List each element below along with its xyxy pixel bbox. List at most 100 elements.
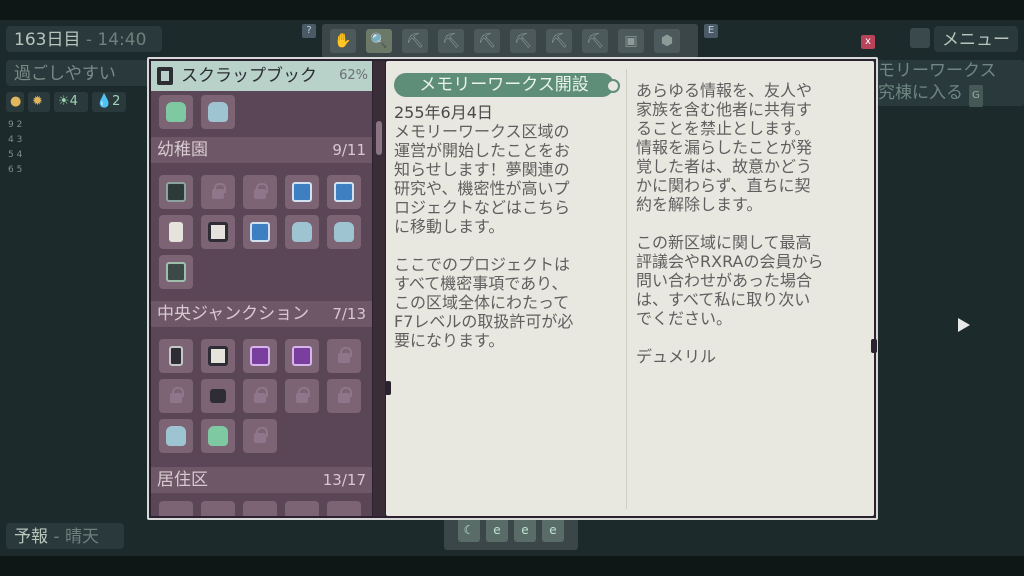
calculator-icon [166, 182, 186, 202]
mini-stat-row: 4 3 [8, 135, 23, 145]
magnifier-tool-icon[interactable]: 🔍 [366, 29, 392, 53]
section-count: 9/11 [332, 141, 366, 159]
scrap-item[interactable] [285, 339, 319, 373]
scrap-item[interactable] [243, 339, 277, 373]
item-slot-icon[interactable]: e [486, 518, 508, 542]
jar-icon [166, 102, 186, 122]
section-name: 幼稚園 [157, 140, 208, 160]
mini-stat-row: 5 4 [8, 150, 23, 160]
day-counter: 163日目 [14, 30, 81, 50]
scrap-item[interactable] [285, 175, 319, 209]
stat-light: ☀4 [54, 92, 88, 112]
letter-title: メモリーワークス開設 [394, 73, 620, 97]
pickaxe-tool-icon[interactable]: ⛏ [474, 29, 500, 53]
jar-icon [208, 426, 228, 446]
forecast-value: 晴天 [64, 527, 99, 547]
gadget-tool-icon[interactable]: ⬢ [654, 29, 680, 53]
scrap-item[interactable] [243, 501, 277, 516]
scrap-item[interactable] [159, 501, 193, 516]
page-tab [385, 381, 391, 395]
e-key-icon[interactable]: E [704, 24, 718, 38]
section-central-junction[interactable]: 中央ジャンクション 7/13 [151, 301, 372, 327]
letter-body-right: あらゆる情報を、友人や 家族を含む他者に共有す ることを禁止とします。 情報を漏… [636, 81, 824, 366]
pickaxe-tool-icon[interactable]: ⛏ [438, 29, 464, 53]
scrapbook-icon [157, 67, 173, 85]
mood-panel: 過ごしやすい [6, 60, 156, 86]
section-name: 中央ジャンクション [157, 304, 310, 324]
scrap-item[interactable] [285, 215, 319, 249]
pickaxe-tool-icon[interactable]: ⛏ [546, 29, 572, 53]
tool-bar: ✋ 🔍 ⛏ ⛏ ⛏ ⛏ ⛏ ⛏ ▣ ⬢ [322, 24, 698, 58]
scrap-item[interactable] [201, 419, 235, 453]
locked-slot [159, 379, 193, 413]
lock-icon [254, 427, 268, 443]
letter-date: 255年6月4日 [394, 103, 493, 122]
pickaxe-tool-icon[interactable]: ⛏ [582, 29, 608, 53]
scrap-item[interactable] [201, 339, 235, 373]
close-icon[interactable]: x [861, 35, 875, 49]
mini-stat-row: 9 2 [8, 120, 23, 130]
section-count: 7/13 [332, 305, 366, 323]
scrap-item[interactable] [285, 501, 319, 516]
scrapbook-header: スクラップブック 62% [151, 61, 372, 91]
poster-icon [250, 222, 270, 242]
jar-icon [208, 102, 228, 122]
device-tool-icon[interactable]: ▣ [618, 29, 644, 53]
bin-icon [166, 262, 186, 282]
scrap-item[interactable] [201, 215, 235, 249]
scrap-item[interactable] [159, 339, 193, 373]
locked-slot [327, 379, 361, 413]
jar-icon [292, 222, 312, 242]
scrollbar-thumb[interactable] [376, 121, 382, 155]
item-slot-icon[interactable]: e [514, 518, 536, 542]
jar-icon [334, 222, 354, 242]
lock-icon [338, 347, 352, 363]
card-icon [169, 346, 183, 366]
signpost-icon [210, 389, 226, 403]
pickaxe-tool-icon[interactable]: ⛏ [402, 29, 428, 53]
prompt-line-1: モリーワークス [878, 61, 997, 81]
scrap-item[interactable] [159, 255, 193, 289]
letter-page: メモリーワークス開設 255年6月4日 メモリーワークス区域の 運営が開始したこと… [386, 61, 874, 516]
scrap-item[interactable] [201, 379, 235, 413]
pickaxe-tool-icon[interactable]: ⛏ [510, 29, 536, 53]
page-tab [871, 339, 877, 353]
monitor-icon [208, 222, 228, 242]
scrap-item[interactable] [159, 215, 193, 249]
jar-icon [166, 426, 186, 446]
locked-slot [327, 339, 361, 373]
section-count: 13/17 [322, 471, 366, 489]
lock-icon [254, 387, 268, 403]
g-key-icon[interactable]: G [969, 85, 983, 107]
help-key-icon[interactable]: ? [302, 24, 316, 38]
scrap-item[interactable] [159, 95, 193, 129]
scrap-item[interactable] [201, 95, 235, 129]
menu-icon[interactable] [910, 28, 930, 48]
section-residential[interactable]: 居住区 13/17 [151, 467, 372, 493]
scrap-item[interactable] [327, 215, 361, 249]
bottom-letterbox [0, 556, 1024, 576]
clock-time: 14:40 [97, 30, 147, 50]
scrap-item[interactable] [243, 215, 277, 249]
lock-icon [338, 387, 352, 403]
menu-button[interactable]: メニュー [934, 26, 1018, 52]
letter-body-left: メモリーワークス区域の 運営が開始したことをお 知らせします！夢関連の 研究や、… [394, 122, 574, 350]
locked-slot [201, 175, 235, 209]
moon-item-icon[interactable]: ☾ [458, 518, 480, 542]
sun-icon: ● [6, 92, 24, 112]
sidebar-scrollbar[interactable] [373, 61, 385, 516]
scrap-item[interactable] [159, 419, 193, 453]
forecast-panel: 予報 - 晴天 [6, 523, 124, 549]
section-kindergarten[interactable]: 幼稚園 9/11 [151, 137, 372, 163]
scrap-item[interactable] [327, 175, 361, 209]
item-slot-icon[interactable]: e [542, 518, 564, 542]
document-icon [208, 346, 228, 366]
lock-icon [254, 183, 268, 199]
scrap-item[interactable] [201, 501, 235, 516]
locked-slot [243, 379, 277, 413]
scrap-item[interactable] [327, 501, 361, 516]
scrap-item[interactable] [159, 175, 193, 209]
hand-tool-icon[interactable]: ✋ [330, 29, 356, 53]
time-separator: - [85, 30, 98, 50]
letter-left-column: 255年6月4日 メモリーワークス区域の 運営が開始したことをお 知らせします！夢… [394, 103, 616, 350]
